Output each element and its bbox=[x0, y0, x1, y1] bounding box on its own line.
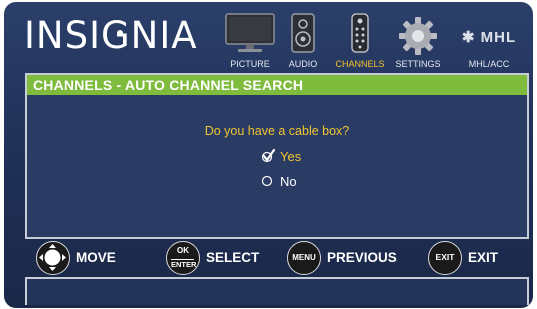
logo-text-c: NIA bbox=[130, 14, 198, 57]
info-bar bbox=[25, 277, 529, 305]
directional-pad-icon bbox=[36, 241, 70, 275]
menu-button: MENU bbox=[287, 241, 321, 275]
logo-text-g: G bbox=[101, 16, 131, 56]
gear-icon bbox=[399, 17, 437, 55]
tab-mhl-acc-label: MHL/ACC bbox=[468, 59, 510, 69]
insignia-logo: INSIG NIA bbox=[24, 16, 198, 56]
ok-enter-button: OK ENTER bbox=[166, 241, 200, 275]
checkmark-icon bbox=[261, 149, 275, 163]
hint-move-label: MOVE bbox=[76, 250, 116, 265]
speaker-icon bbox=[291, 13, 315, 53]
tv-menu-screen: INSIG NIA PICTURE AUDIO CHANNELS SETTING… bbox=[4, 2, 533, 308]
option-yes-label: Yes bbox=[280, 149, 302, 164]
remote-control-icon bbox=[351, 13, 369, 53]
tab-channels[interactable]: CHANNELS bbox=[331, 10, 389, 72]
exit-button: EXIT bbox=[428, 241, 462, 275]
mhl-logo: ✱ MHL bbox=[462, 28, 516, 46]
control-hints: MOVE OK ENTER SELECT MENU PREVIOUS EXIT … bbox=[4, 239, 533, 277]
tab-settings[interactable]: SETTINGS bbox=[393, 10, 443, 72]
tab-picture[interactable]: PICTURE bbox=[223, 10, 277, 72]
hint-select-label: SELECT bbox=[206, 250, 260, 265]
enter-text: ENTER bbox=[171, 259, 197, 269]
menu-text: MENU bbox=[292, 253, 316, 262]
tab-audio[interactable]: AUDIO bbox=[281, 10, 325, 72]
hint-previous-label: PREVIOUS bbox=[327, 250, 397, 265]
tab-picture-label: PICTURE bbox=[230, 59, 270, 69]
tab-channels-label: CHANNELS bbox=[335, 59, 385, 69]
tab-audio-label: AUDIO bbox=[288, 59, 318, 69]
logo-text-a: INSI bbox=[24, 14, 101, 57]
logo-gear-icon bbox=[117, 30, 123, 36]
mhl-logo-text: MHL bbox=[480, 29, 517, 46]
tab-settings-label: SETTINGS bbox=[395, 59, 441, 69]
hint-exit-label: EXIT bbox=[468, 250, 499, 265]
radio-button-icon bbox=[261, 175, 273, 187]
tv-icon bbox=[225, 13, 275, 52]
cable-box-question: Do you have a cable box? bbox=[204, 124, 350, 138]
option-no-label: No bbox=[280, 174, 297, 189]
exit-text: EXIT bbox=[435, 252, 455, 262]
panel-title: CHANNELS - AUTO CHANNEL SEARCH bbox=[27, 75, 527, 95]
auto-channel-search-panel: CHANNELS - AUTO CHANNEL SEARCH Do you ha… bbox=[25, 73, 529, 239]
mhl-logo-icon: ✱ bbox=[461, 29, 476, 46]
tab-mhl-acc[interactable]: ✱ MHL MHL/ACC bbox=[447, 10, 531, 72]
ok-text: OK bbox=[177, 246, 189, 255]
